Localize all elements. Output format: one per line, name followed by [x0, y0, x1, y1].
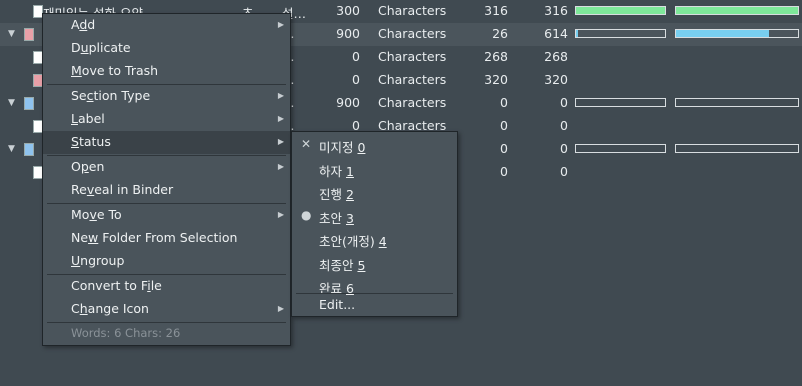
status-item[interactable]: 초안(개정) 4 — [292, 228, 457, 251]
menu-item-reveal-in-binder[interactable]: Reveal in Binder — [43, 179, 290, 202]
progress-bar — [575, 144, 666, 153]
row-target-type: Characters — [378, 49, 447, 64]
menu-item-change-icon[interactable]: Change Icon ▶ — [43, 298, 290, 321]
menu-item-status[interactable]: Status ▶ — [43, 131, 290, 154]
progress-bar — [675, 29, 799, 38]
row-target-type: Characters — [378, 3, 447, 18]
chevron-right-icon: ▶ — [277, 210, 284, 219]
row-target-type: Characters — [378, 72, 447, 87]
chevron-right-icon: ▶ — [277, 137, 284, 146]
chevron-right-icon: ▶ — [277, 20, 284, 29]
status-item[interactable]: ● 초안 3 — [292, 205, 457, 228]
row-target: 0 — [352, 49, 360, 64]
row-total-count: 320 — [544, 72, 568, 87]
row-total-count: 0 — [560, 118, 568, 133]
row-target: 0 — [352, 72, 360, 87]
progress-bar — [675, 144, 799, 153]
status-item[interactable]: 최종안 5 — [292, 252, 457, 275]
selected-bullet-icon: ● — [301, 207, 312, 222]
menu-item-section-type[interactable]: Section Type ▶ — [43, 85, 290, 108]
disclosure-triangle-icon[interactable]: ▼ — [8, 98, 15, 108]
row-word-count: 0 — [500, 95, 508, 110]
status-item[interactable]: 하자 1 — [292, 158, 457, 181]
folder-icon — [24, 97, 34, 110]
row-word-count: 316 — [484, 3, 508, 18]
progress-bar — [575, 29, 666, 38]
row-total-count: 0 — [560, 141, 568, 156]
chevron-right-icon: ▶ — [277, 304, 284, 313]
context-menu: Add ▶ Duplicate Move to Trash Section Ty… — [42, 13, 291, 346]
menu-item-duplicate[interactable]: Duplicate — [43, 37, 290, 60]
row-target: 900 — [336, 26, 360, 41]
menu-item-convert-to-file[interactable]: Convert to File — [43, 275, 290, 298]
menu-item-open[interactable]: Open ▶ — [43, 156, 290, 179]
chevron-right-icon: ▶ — [277, 114, 284, 123]
folder-icon — [24, 143, 34, 156]
row-word-count: 268 — [484, 49, 508, 64]
disclosure-triangle-icon[interactable]: ▼ — [8, 144, 15, 154]
row-target-type: Characters — [378, 95, 447, 110]
row-target-type: Characters — [378, 26, 447, 41]
row-target: 900 — [336, 95, 360, 110]
status-edit[interactable]: Edit... — [292, 294, 457, 317]
row-total-count: 0 — [560, 164, 568, 179]
row-total-count: 316 — [544, 3, 568, 18]
row-total-count: 268 — [544, 49, 568, 64]
status-submenu: ✕ 미지정 0 하자 1 진행 2 ● 초안 3 초안(개정) 4 최종안 5 완료 6 Edi… — [291, 131, 458, 317]
chevron-right-icon: ▶ — [277, 91, 284, 100]
progress-bar — [575, 98, 666, 107]
row-total-count: 614 — [544, 26, 568, 41]
status-item[interactable]: ✕ 미지정 0 — [292, 134, 457, 157]
menu-item-move-to[interactable]: Move To ▶ — [43, 204, 290, 227]
row-total-count: 0 — [560, 95, 568, 110]
row-word-count: 320 — [484, 72, 508, 87]
menu-item-move-to-trash[interactable]: Move to Trash — [43, 60, 290, 83]
clear-x-icon: ✕ — [301, 137, 312, 151]
row-word-count: 26 — [492, 26, 508, 41]
menu-footer-stats: Words: 6 Chars: 26 — [71, 326, 181, 340]
document-icon — [24, 28, 34, 41]
disclosure-triangle-icon[interactable]: ▼ — [8, 29, 15, 39]
chevron-right-icon: ▶ — [277, 162, 284, 171]
menu-item-ungroup[interactable]: Ungroup — [43, 250, 290, 273]
menu-item-new-folder-from-selection[interactable]: New Folder From Selection — [43, 227, 290, 250]
progress-bar — [675, 6, 799, 15]
row-target: 300 — [336, 3, 360, 18]
menu-item-add[interactable]: Add ▶ — [43, 14, 290, 37]
menu-item-label[interactable]: Label ▶ — [43, 108, 290, 131]
progress-bar — [675, 98, 799, 107]
status-item[interactable]: 진행 2 — [292, 181, 457, 204]
progress-bar — [575, 6, 666, 15]
